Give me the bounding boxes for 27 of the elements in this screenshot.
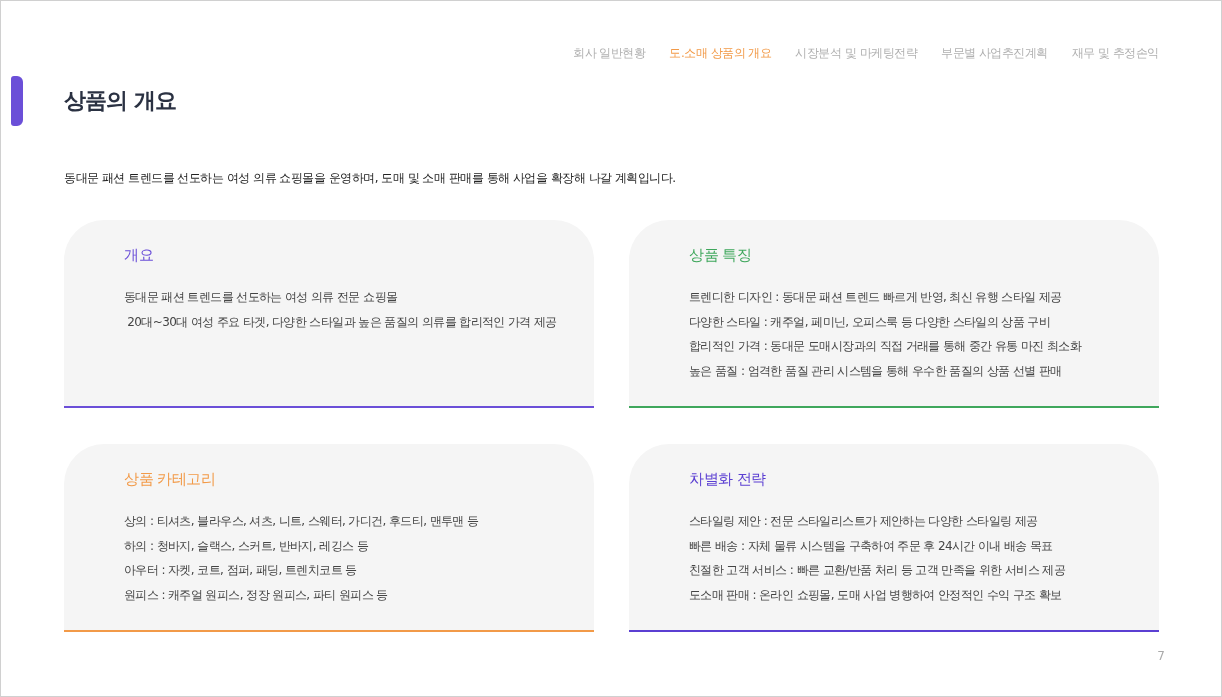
page-title: 상품의 개요 [64,87,176,115]
card-title: 상품 카테고리 [124,470,217,489]
card-title: 상품 특징 [689,246,753,265]
page-number: 7 [1157,649,1165,663]
description-text: 동대문 패션 트렌드를 선도하는 여성 의류 쇼핑몰을 운영하며, 도매 및 소매 판매를 통해 사업을 확장해 나갈 계획입니다. [64,170,677,187]
card-text-line: 친절한 고객 서비스 : 빠른 교환/반품 처리 등 고객 만족을 위한 서비스 제공 [689,562,1067,579]
card-text-line: 원피스 : 캐주얼 원피스, 정장 원피스, 파티 원피스 등 [124,586,389,604]
card-text-line: 스타일링 제안 : 전문 스타일리스트가 제안하는 다양한 스타일링 제공 [689,513,1039,530]
card-text-line: 아우터 : 자켓, 코트, 점퍼, 패딩, 트렌치코트 등 [124,562,358,579]
title-accent-bar [11,76,23,126]
card-text-line: 빠른 배송 : 자체 물류 시스템을 구축하여 주문 후 24시간 이내 배송 목표 [689,537,1054,555]
card-text-line: 합리적인 가격 : 동대문 도매시장과의 직접 거래를 통해 중간 유통 마진 최소화 [689,338,1083,355]
nav-tab[interactable]: 회사 일반현황 [573,45,646,62]
nav-tab[interactable]: 부문별 사업추진계획 [941,45,1048,62]
card-text-line: 동대문 패션 트렌드를 선도하는 여성 의류 전문 쇼핑몰 [124,289,399,306]
card-text-line: 도소매 판매 : 온라인 쇼핑몰, 도매 사업 병행하여 안정적인 수익 구조 확보 [689,586,1063,604]
card-text-line: 하의 : 청바지, 슬랙스, 스커트, 반바지, 레깅스 등 [124,537,369,555]
nav-tab[interactable]: 시장분석 및 마케팅전략 [795,45,918,62]
card-title: 차별화 전략 [689,470,767,489]
nav-tab[interactable]: 재무 및 추정손익 [1071,45,1159,62]
nav-tab[interactable]: 도.소매 상품의 개요 [669,45,772,62]
card-title: 개요 [124,246,154,265]
card-text-line: 트렌디한 디자인 : 동대문 패션 트렌드 빠르게 반영, 최신 유행 스타일 제공 [689,289,1063,306]
card-text-line: 20대~30대 여성 주요 타겟, 다양한 스타일과 높은 품질의 의류를 합리적인 가격 제공 [126,313,558,331]
card-text-line: 다양한 스타일 : 캐주얼, 페미닌, 오피스룩 등 다양한 스타일의 상품 구비 [689,313,1052,331]
card-text-line: 높은 품질 : 엄격한 품질 관리 시스템을 통해 우수한 품질의 상품 선별 판매 [689,362,1063,380]
card-text-line: 상의 : 티셔츠, 블라우스, 셔츠, 니트, 스웨터, 가디건, 후드티, 맨투맨 등 [124,513,480,530]
